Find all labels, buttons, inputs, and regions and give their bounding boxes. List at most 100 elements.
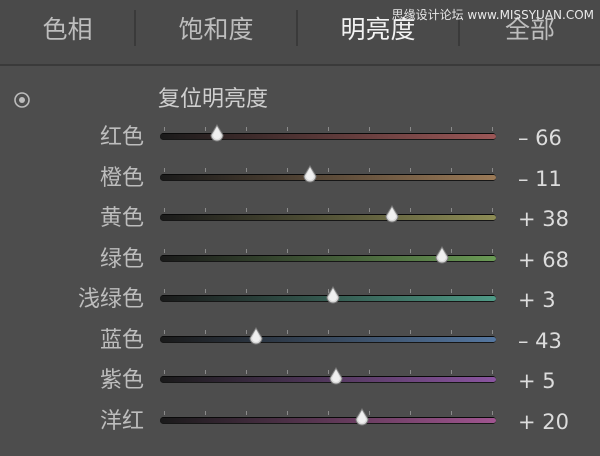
slider-tick bbox=[205, 410, 206, 415]
slider-tick bbox=[451, 167, 452, 172]
slider-tick bbox=[369, 248, 370, 253]
slider-label: 黄色 bbox=[99, 206, 144, 231]
slider-tick bbox=[369, 370, 370, 374]
slider-tick bbox=[369, 289, 370, 293]
slider-label: 橙色 bbox=[99, 165, 144, 191]
slider-tick bbox=[205, 127, 206, 131]
slider-tick bbox=[410, 208, 411, 212]
slider-tick bbox=[328, 127, 329, 131]
slider-thumb[interactable] bbox=[247, 326, 265, 347]
slider-tick bbox=[287, 410, 288, 415]
slider-track[interactable] bbox=[160, 124, 496, 142]
slider-tick bbox=[451, 410, 452, 415]
slider-row: 红色 – 66 bbox=[0, 118, 600, 158]
slider-value[interactable]: + 3 bbox=[518, 280, 556, 320]
slider-tick bbox=[246, 370, 247, 374]
slider-tick bbox=[164, 370, 165, 374]
slider-thumb[interactable] bbox=[301, 164, 319, 185]
slider-tick bbox=[205, 248, 206, 253]
slider-row: 紫色 + 5 bbox=[0, 361, 600, 401]
slider-tick bbox=[287, 167, 288, 172]
slider-tick bbox=[492, 167, 493, 172]
slider-track[interactable] bbox=[160, 407, 496, 426]
slider-value[interactable]: + 68 bbox=[518, 240, 569, 280]
slider-thumb[interactable] bbox=[433, 245, 451, 266]
slider-tick bbox=[287, 127, 288, 131]
slider-tick bbox=[164, 248, 165, 253]
slider-thumb[interactable] bbox=[208, 124, 226, 144]
slider-tick bbox=[492, 370, 493, 374]
slider-tick bbox=[410, 167, 411, 172]
slider-value[interactable]: – 11 bbox=[518, 159, 562, 199]
slider-track[interactable] bbox=[160, 286, 496, 304]
slider-label: 绿色 bbox=[99, 246, 144, 272]
slider-tick bbox=[205, 289, 206, 293]
slider-value[interactable]: + 38 bbox=[518, 199, 569, 239]
slider-tick bbox=[328, 208, 329, 212]
slider-tick bbox=[246, 410, 247, 415]
slider-tick bbox=[287, 370, 288, 374]
slider-ticks bbox=[160, 329, 496, 334]
slider-tick bbox=[410, 410, 411, 415]
slider-tick bbox=[328, 410, 329, 415]
slider-tick bbox=[246, 208, 247, 212]
slider-row: 洋红 + 20 bbox=[0, 402, 600, 442]
slider-track[interactable] bbox=[160, 205, 496, 223]
slider-track[interactable] bbox=[160, 367, 496, 385]
slider-ticks bbox=[160, 167, 496, 172]
slider-thumb[interactable] bbox=[327, 367, 345, 387]
slider-tick bbox=[164, 167, 165, 172]
slider-label: 红色 bbox=[99, 125, 144, 150]
slider-gradient bbox=[160, 174, 496, 180]
slider-tick bbox=[287, 208, 288, 212]
slider-tick bbox=[328, 248, 329, 253]
watermark: 思缘设计论坛 www.MISSYUAN.COM bbox=[391, 8, 594, 22]
slider-tick bbox=[492, 127, 493, 131]
slider-tick bbox=[164, 127, 165, 131]
slider-row: 绿色 + 68 bbox=[0, 240, 600, 280]
slider-gradient bbox=[160, 417, 496, 423]
slider-value[interactable]: – 43 bbox=[518, 321, 562, 361]
slider-tick bbox=[287, 329, 288, 334]
reset-luminance-label[interactable]: 复位明亮度 bbox=[158, 81, 268, 113]
slider-tick bbox=[410, 370, 411, 374]
slider-tick bbox=[164, 329, 165, 334]
slider-track[interactable] bbox=[160, 245, 496, 264]
slider-ticks bbox=[160, 208, 496, 212]
slider-tick bbox=[451, 329, 452, 334]
slider-thumb[interactable] bbox=[353, 407, 371, 428]
slider-tick bbox=[246, 289, 247, 293]
slider-tick bbox=[205, 370, 206, 374]
target-adjust-icon[interactable] bbox=[13, 91, 31, 109]
slider-track[interactable] bbox=[160, 326, 496, 345]
slider-tick bbox=[492, 410, 493, 415]
slider-label: 蓝色 bbox=[99, 327, 144, 353]
slider-tick bbox=[451, 370, 452, 374]
slider-thumb[interactable] bbox=[383, 205, 401, 225]
slider-tick bbox=[164, 208, 165, 212]
slider-tick bbox=[410, 329, 411, 334]
slider-tick bbox=[287, 248, 288, 253]
slider-value[interactable]: + 5 bbox=[518, 361, 556, 401]
slider-tick bbox=[246, 167, 247, 172]
slider-label: 紫色 bbox=[99, 368, 144, 393]
slider-tick bbox=[492, 289, 493, 293]
slider-tick bbox=[492, 248, 493, 253]
slider-track[interactable] bbox=[160, 164, 496, 183]
slider-tick bbox=[369, 167, 370, 172]
slider-tick bbox=[205, 167, 206, 172]
slider-ticks bbox=[160, 410, 496, 415]
slider-tick bbox=[205, 329, 206, 334]
slider-row: 黄色 + 38 bbox=[0, 199, 600, 239]
tab-saturation[interactable]: 饱和度 bbox=[136, 0, 296, 64]
slider-row: 浅绿色 + 3 bbox=[0, 280, 600, 320]
slider-tick bbox=[410, 248, 411, 253]
slider-tick bbox=[205, 208, 206, 212]
slider-value[interactable]: + 20 bbox=[518, 402, 569, 442]
tab-hue[interactable]: 色相 bbox=[0, 0, 135, 64]
slider-value[interactable]: – 66 bbox=[518, 118, 562, 158]
slider-tick bbox=[246, 248, 247, 253]
slider-label: 浅绿色 bbox=[77, 287, 144, 312]
slider-tick bbox=[328, 329, 329, 334]
slider-thumb[interactable] bbox=[324, 286, 342, 306]
